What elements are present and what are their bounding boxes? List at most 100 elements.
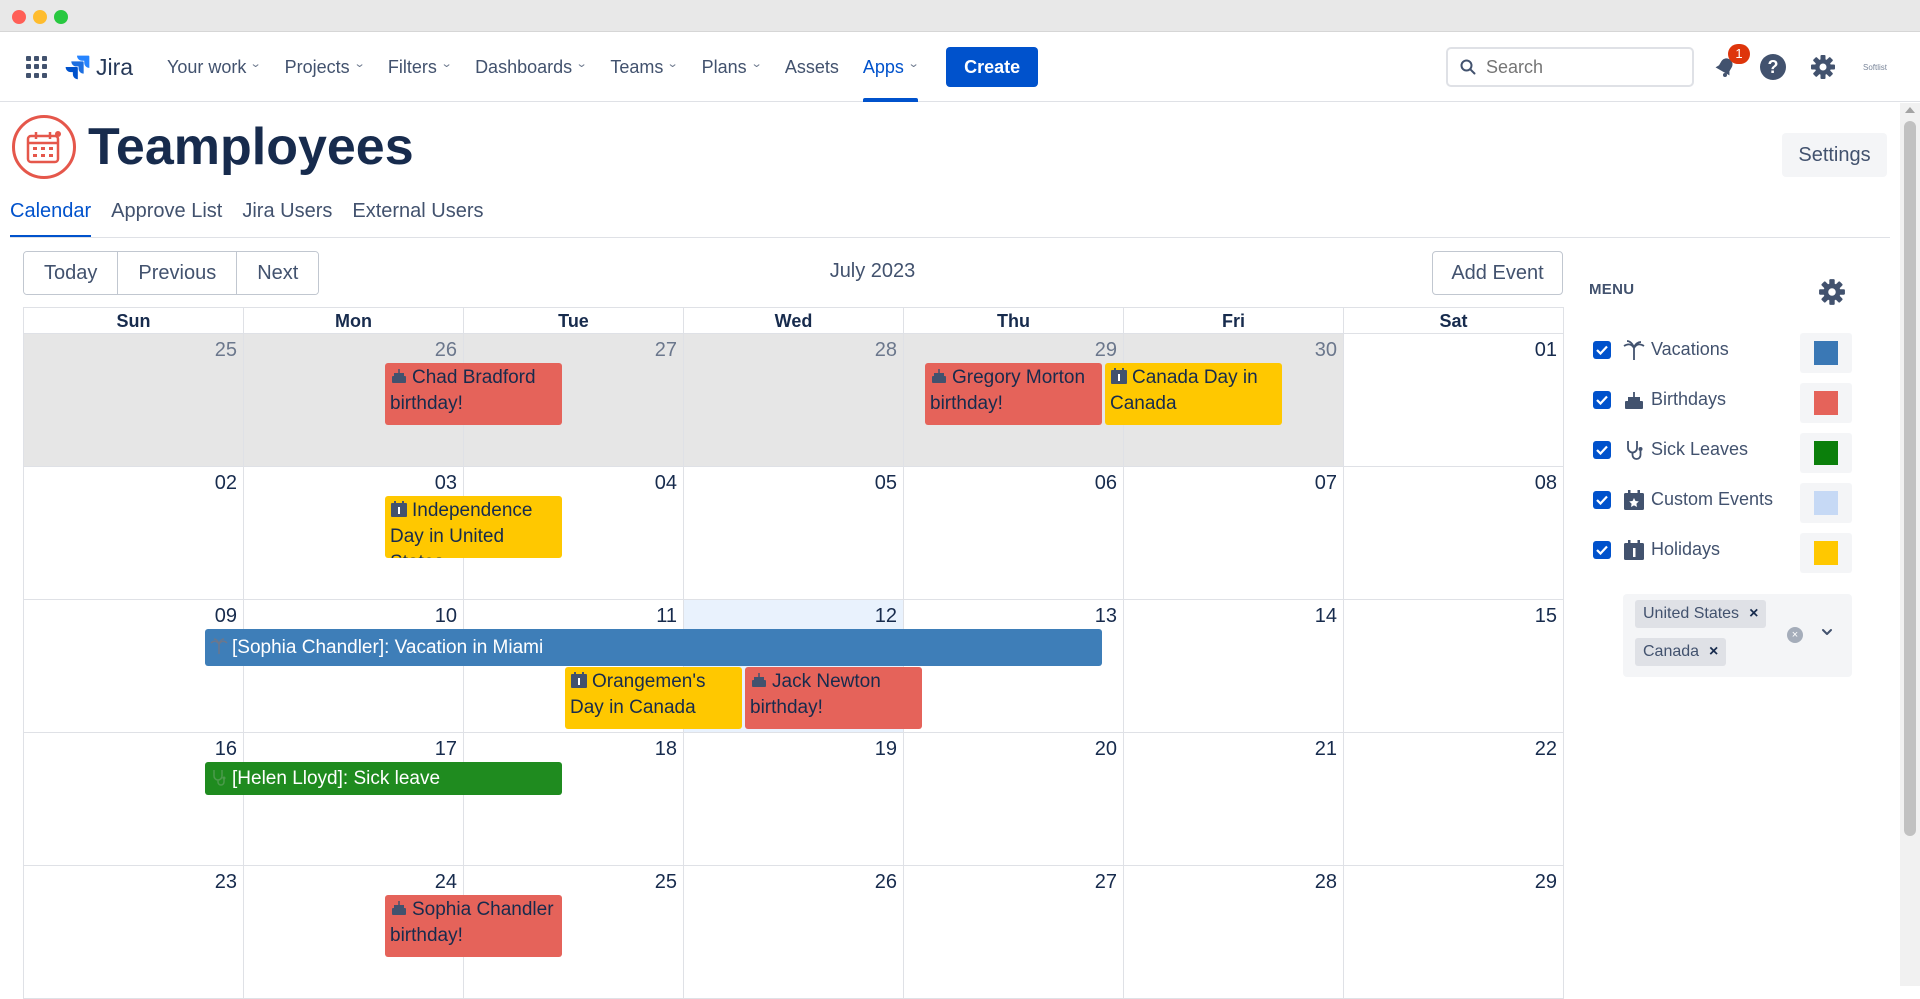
day-cell[interactable]: 21 [1124, 733, 1344, 866]
filter-sick-leaves[interactable]: Sick Leaves [1593, 433, 1853, 473]
filter-vacations[interactable]: Vacations [1593, 333, 1853, 373]
day-cell[interactable]: 08 [1344, 467, 1564, 600]
day-cell[interactable]: 22 [1344, 733, 1564, 866]
clear-selection-icon[interactable]: × [1787, 627, 1803, 643]
chevron-down-icon[interactable] [1819, 624, 1835, 640]
day-number[interactable]: 30 [1315, 339, 1337, 362]
day-number[interactable]: 15 [1535, 605, 1557, 628]
day-cell[interactable]: 23 [24, 866, 244, 999]
event-birthday[interactable]: Sophia Chandler birthday! [385, 895, 562, 957]
event-birthday[interactable]: Chad Bradford birthday! [385, 363, 562, 425]
maximize-window-button[interactable] [54, 10, 68, 24]
day-number[interactable]: 02 [215, 472, 237, 495]
day-number[interactable]: 29 [1095, 339, 1117, 362]
day-cell[interactable]: 25 [24, 334, 244, 467]
event-birthday[interactable]: Gregory Morton birthday! [925, 363, 1102, 425]
day-number[interactable]: 05 [875, 472, 897, 495]
event-birthday[interactable]: Jack Newton birthday! [745, 667, 922, 729]
country-select[interactable]: United States × Canada × × [1623, 594, 1852, 677]
color-picker[interactable] [1800, 483, 1852, 523]
nav-apps[interactable]: Apps ⌄ [851, 32, 930, 102]
nav-dashboards[interactable]: Dashboards ⌄ [463, 32, 598, 102]
nav-plans[interactable]: Plans ⌄ [690, 32, 773, 102]
day-number[interactable]: 13 [1095, 605, 1117, 628]
app-switcher-icon[interactable] [26, 56, 48, 78]
day-cell[interactable]: 07 [1124, 467, 1344, 600]
day-number[interactable]: 16 [215, 738, 237, 761]
user-avatar[interactable]: Softlist [1860, 52, 1890, 82]
nav-projects[interactable]: Projects ⌄ [273, 32, 376, 102]
day-cell[interactable]: 20 [904, 733, 1124, 866]
day-number[interactable]: 06 [1095, 472, 1117, 495]
day-cell[interactable]: 01 [1344, 334, 1564, 467]
day-cell[interactable]: 27 [904, 866, 1124, 999]
day-number[interactable]: 26 [435, 339, 457, 362]
day-number[interactable]: 27 [655, 339, 677, 362]
today-button[interactable]: Today [24, 252, 119, 294]
event-holiday[interactable]: Independence Day in United States [385, 496, 562, 558]
day-cell[interactable]: 17 [244, 733, 464, 866]
tab-approve-list[interactable]: Approve List [111, 200, 222, 238]
day-number[interactable]: 27 [1095, 871, 1117, 894]
nav-filters[interactable]: Filters ⌄ [376, 32, 463, 102]
checkbox[interactable] [1593, 341, 1611, 359]
notifications-button[interactable]: 1 [1710, 44, 1750, 82]
nav-teams[interactable]: Teams ⌄ [598, 32, 689, 102]
settings-button[interactable] [1808, 52, 1838, 82]
filter-holidays[interactable]: Holidays [1593, 533, 1853, 573]
create-button[interactable]: Create [946, 47, 1039, 87]
page-scrollbar[interactable] [1900, 103, 1920, 986]
day-number[interactable]: 17 [435, 738, 457, 761]
day-cell[interactable]: 16 [24, 733, 244, 866]
close-window-button[interactable] [12, 10, 26, 24]
day-number[interactable]: 10 [435, 605, 457, 628]
day-number[interactable]: 26 [875, 871, 897, 894]
add-event-button[interactable]: Add Event [1432, 251, 1563, 295]
app-settings-button[interactable]: Settings [1782, 133, 1887, 177]
previous-button[interactable]: Previous [118, 252, 238, 294]
day-number[interactable]: 19 [875, 738, 897, 761]
day-number[interactable]: 04 [655, 472, 677, 495]
filter-custom-events[interactable]: Custom Events [1593, 483, 1853, 523]
day-cell[interactable]: 15 [1344, 600, 1564, 733]
day-number[interactable]: 07 [1315, 472, 1337, 495]
day-number[interactable]: 24 [435, 871, 457, 894]
day-number[interactable]: 11 [656, 605, 677, 628]
day-number[interactable]: 08 [1535, 472, 1557, 495]
event-holiday[interactable]: Orangemen's Day in Canada [565, 667, 742, 729]
day-number[interactable]: 28 [1315, 871, 1337, 894]
search-input[interactable] [1486, 56, 1676, 78]
checkbox[interactable] [1593, 391, 1611, 409]
day-number[interactable]: 14 [1315, 605, 1337, 628]
menu-settings-gear-icon[interactable] [1818, 278, 1846, 306]
day-cell[interactable]: 29 [1344, 866, 1564, 999]
nav-assets[interactable]: Assets [773, 32, 851, 102]
day-cell[interactable]: 09 [24, 600, 244, 733]
nav-your-work[interactable]: Your work ⌄ [155, 32, 273, 102]
day-number[interactable]: 12 [875, 605, 897, 628]
checkbox[interactable] [1593, 441, 1611, 459]
day-cell[interactable]: 19 [684, 733, 904, 866]
day-cell[interactable]: 14 [1124, 600, 1344, 733]
day-cell[interactable]: 18 [464, 733, 684, 866]
day-cell[interactable]: 28 [1124, 866, 1344, 999]
day-number[interactable]: 25 [655, 871, 677, 894]
next-button[interactable]: Next [237, 252, 319, 294]
color-picker[interactable] [1800, 433, 1852, 473]
tab-jira-users[interactable]: Jira Users [242, 200, 332, 238]
day-number[interactable]: 20 [1095, 738, 1117, 761]
day-number[interactable]: 21 [1315, 738, 1337, 761]
day-cell[interactable]: 26 [684, 866, 904, 999]
day-cell[interactable]: 13 [904, 600, 1124, 733]
remove-country-icon[interactable]: × [1709, 643, 1718, 661]
checkbox[interactable] [1593, 491, 1611, 509]
scrollbar-thumb[interactable] [1904, 121, 1916, 836]
tab-external-users[interactable]: External Users [352, 200, 483, 238]
day-cell[interactable]: 06 [904, 467, 1124, 600]
remove-country-icon[interactable]: × [1749, 605, 1758, 623]
jira-logo[interactable]: Jira [64, 52, 133, 82]
help-button[interactable]: ? [1758, 52, 1788, 82]
color-picker[interactable] [1800, 383, 1852, 423]
color-picker[interactable] [1800, 333, 1852, 373]
checkbox[interactable] [1593, 541, 1611, 559]
